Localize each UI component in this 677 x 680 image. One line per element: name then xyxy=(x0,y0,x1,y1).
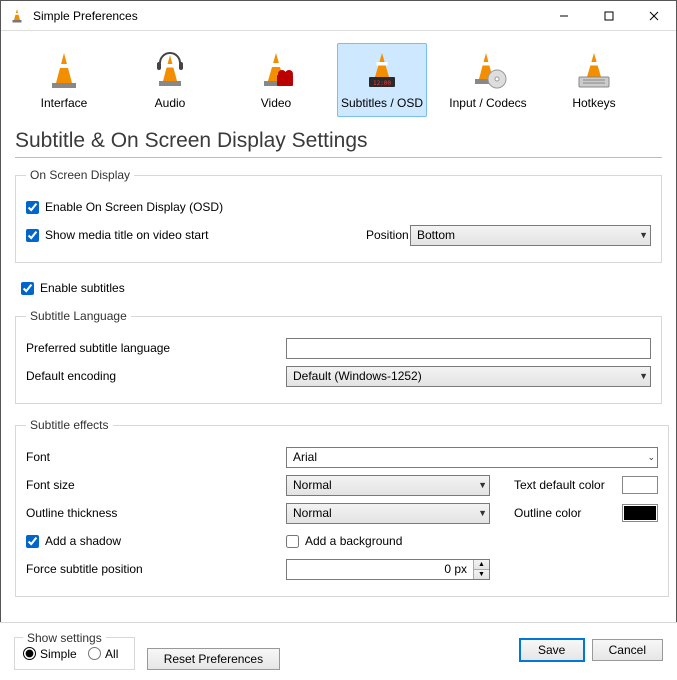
cone-headphones-icon xyxy=(128,48,212,94)
cone-film-icon xyxy=(234,48,318,94)
show-all-label: All xyxy=(105,647,118,661)
force-position-value: 0 px xyxy=(287,560,474,579)
spinner-down-button[interactable]: ▼ xyxy=(474,570,489,579)
chevron-down-icon: ▼ xyxy=(639,230,648,240)
reset-preferences-button[interactable]: Reset Preferences xyxy=(147,648,280,670)
subtitle-language-group: Subtitle Language Preferred subtitle lan… xyxy=(15,309,662,404)
chevron-down-icon: ⌄ xyxy=(647,452,655,463)
show-all-radio[interactable]: All xyxy=(88,647,118,661)
preferred-language-label: Preferred subtitle language xyxy=(26,341,286,355)
cone-clock-icon: 12:00 xyxy=(340,48,424,94)
enable-osd-label: Enable On Screen Display (OSD) xyxy=(45,200,223,214)
show-title-label: Show media title on video start xyxy=(45,228,208,242)
category-label: Subtitles / OSD xyxy=(340,96,424,110)
show-settings-group: Show settings Simple All xyxy=(14,631,135,671)
add-background-input[interactable] xyxy=(286,535,299,548)
default-encoding-value: Default (Windows-1252) xyxy=(293,369,422,383)
category-interface[interactable]: Interface xyxy=(19,43,109,117)
add-shadow-input[interactable] xyxy=(26,535,39,548)
minimize-button[interactable] xyxy=(541,1,586,31)
add-shadow-checkbox[interactable]: Add a shadow xyxy=(26,534,286,548)
add-background-label: Add a background xyxy=(305,534,402,548)
cancel-button[interactable]: Cancel xyxy=(592,639,663,661)
subtitle-effects-group: Subtitle effects Font Arial ⌄ Font size … xyxy=(15,418,669,597)
chevron-down-icon: ▼ xyxy=(478,508,487,518)
show-title-checkbox[interactable]: Show media title on video start xyxy=(26,228,366,242)
show-simple-label: Simple xyxy=(40,647,77,661)
category-hotkeys[interactable]: Hotkeys xyxy=(549,43,639,117)
category-video[interactable]: Video xyxy=(231,43,321,117)
spinner-up-button[interactable]: ▲ xyxy=(474,560,489,570)
category-label: Video xyxy=(234,96,318,110)
osd-legend: On Screen Display xyxy=(26,168,134,182)
preferred-language-input[interactable] xyxy=(286,338,651,359)
font-size-label: Font size xyxy=(26,478,286,492)
chevron-down-icon: ▼ xyxy=(639,371,648,381)
enable-subtitles-checkbox[interactable]: Enable subtitles xyxy=(21,281,125,295)
default-encoding-select[interactable]: Default (Windows-1252) ▼ xyxy=(286,366,651,387)
titlebar: Simple Preferences xyxy=(1,1,676,31)
category-tabs: Interface Audio Video xyxy=(1,31,676,121)
outline-color-swatch xyxy=(624,506,656,520)
category-label: Input / Codecs xyxy=(446,96,530,110)
text-color-swatch xyxy=(624,478,656,492)
enable-subtitles-input[interactable] xyxy=(21,282,34,295)
default-encoding-label: Default encoding xyxy=(26,369,286,383)
osd-group: On Screen Display Enable On Screen Displ… xyxy=(15,168,662,263)
font-label: Font xyxy=(26,450,286,464)
footer: Show settings Simple All Reset Preferenc… xyxy=(0,622,677,680)
window-title: Simple Preferences xyxy=(33,9,138,23)
cone-disc-icon xyxy=(446,48,530,94)
show-all-input[interactable] xyxy=(88,647,101,660)
outline-thickness-select[interactable]: Normal ▼ xyxy=(286,503,490,524)
category-label: Interface xyxy=(22,96,106,110)
force-position-spinner[interactable]: 0 px ▲ ▼ xyxy=(286,559,490,580)
app-icon xyxy=(9,8,25,24)
outline-thickness-label: Outline thickness xyxy=(26,506,286,520)
category-input-codecs[interactable]: Input / Codecs xyxy=(443,43,533,117)
show-simple-radio[interactable]: Simple xyxy=(23,647,77,661)
main-content: Subtitle & On Screen Display Settings On… xyxy=(1,129,676,597)
enable-subtitles-label: Enable subtitles xyxy=(40,281,125,295)
svg-text:12:00: 12:00 xyxy=(373,80,391,87)
category-label: Audio xyxy=(128,96,212,110)
category-subtitles-osd[interactable]: 12:00 Subtitles / OSD xyxy=(337,43,427,117)
save-button[interactable]: Save xyxy=(520,639,584,661)
outline-color-button[interactable] xyxy=(622,504,658,522)
show-simple-input[interactable] xyxy=(23,647,36,660)
text-color-button[interactable] xyxy=(622,476,658,494)
position-select[interactable]: Bottom ▼ xyxy=(410,225,651,246)
subtitle-effects-legend: Subtitle effects xyxy=(26,418,113,432)
add-shadow-label: Add a shadow xyxy=(45,534,121,548)
position-value: Bottom xyxy=(417,228,455,242)
show-title-input[interactable] xyxy=(26,229,39,242)
cone-icon xyxy=(22,48,106,94)
force-position-label: Force subtitle position xyxy=(26,562,286,576)
show-settings-legend: Show settings xyxy=(23,631,106,645)
font-size-select[interactable]: Normal ▼ xyxy=(286,475,490,496)
position-label: Position xyxy=(366,228,410,242)
enable-osd-input[interactable] xyxy=(26,201,39,214)
subtitle-language-legend: Subtitle Language xyxy=(26,309,131,323)
outline-thickness-value: Normal xyxy=(293,506,332,520)
font-value: Arial xyxy=(293,450,317,464)
text-color-label: Text default color xyxy=(514,478,622,492)
font-select[interactable]: Arial ⌄ xyxy=(286,447,658,468)
category-label: Hotkeys xyxy=(552,96,636,110)
cone-keyboard-icon xyxy=(552,48,636,94)
page-title: Subtitle & On Screen Display Settings xyxy=(15,129,662,158)
category-audio[interactable]: Audio xyxy=(125,43,215,117)
maximize-button[interactable] xyxy=(586,1,631,31)
chevron-down-icon: ▼ xyxy=(478,480,487,490)
add-background-checkbox[interactable]: Add a background xyxy=(286,534,402,548)
close-button[interactable] xyxy=(631,1,676,31)
outline-color-label: Outline color xyxy=(514,506,622,520)
enable-osd-checkbox[interactable]: Enable On Screen Display (OSD) xyxy=(26,200,223,214)
font-size-value: Normal xyxy=(293,478,332,492)
